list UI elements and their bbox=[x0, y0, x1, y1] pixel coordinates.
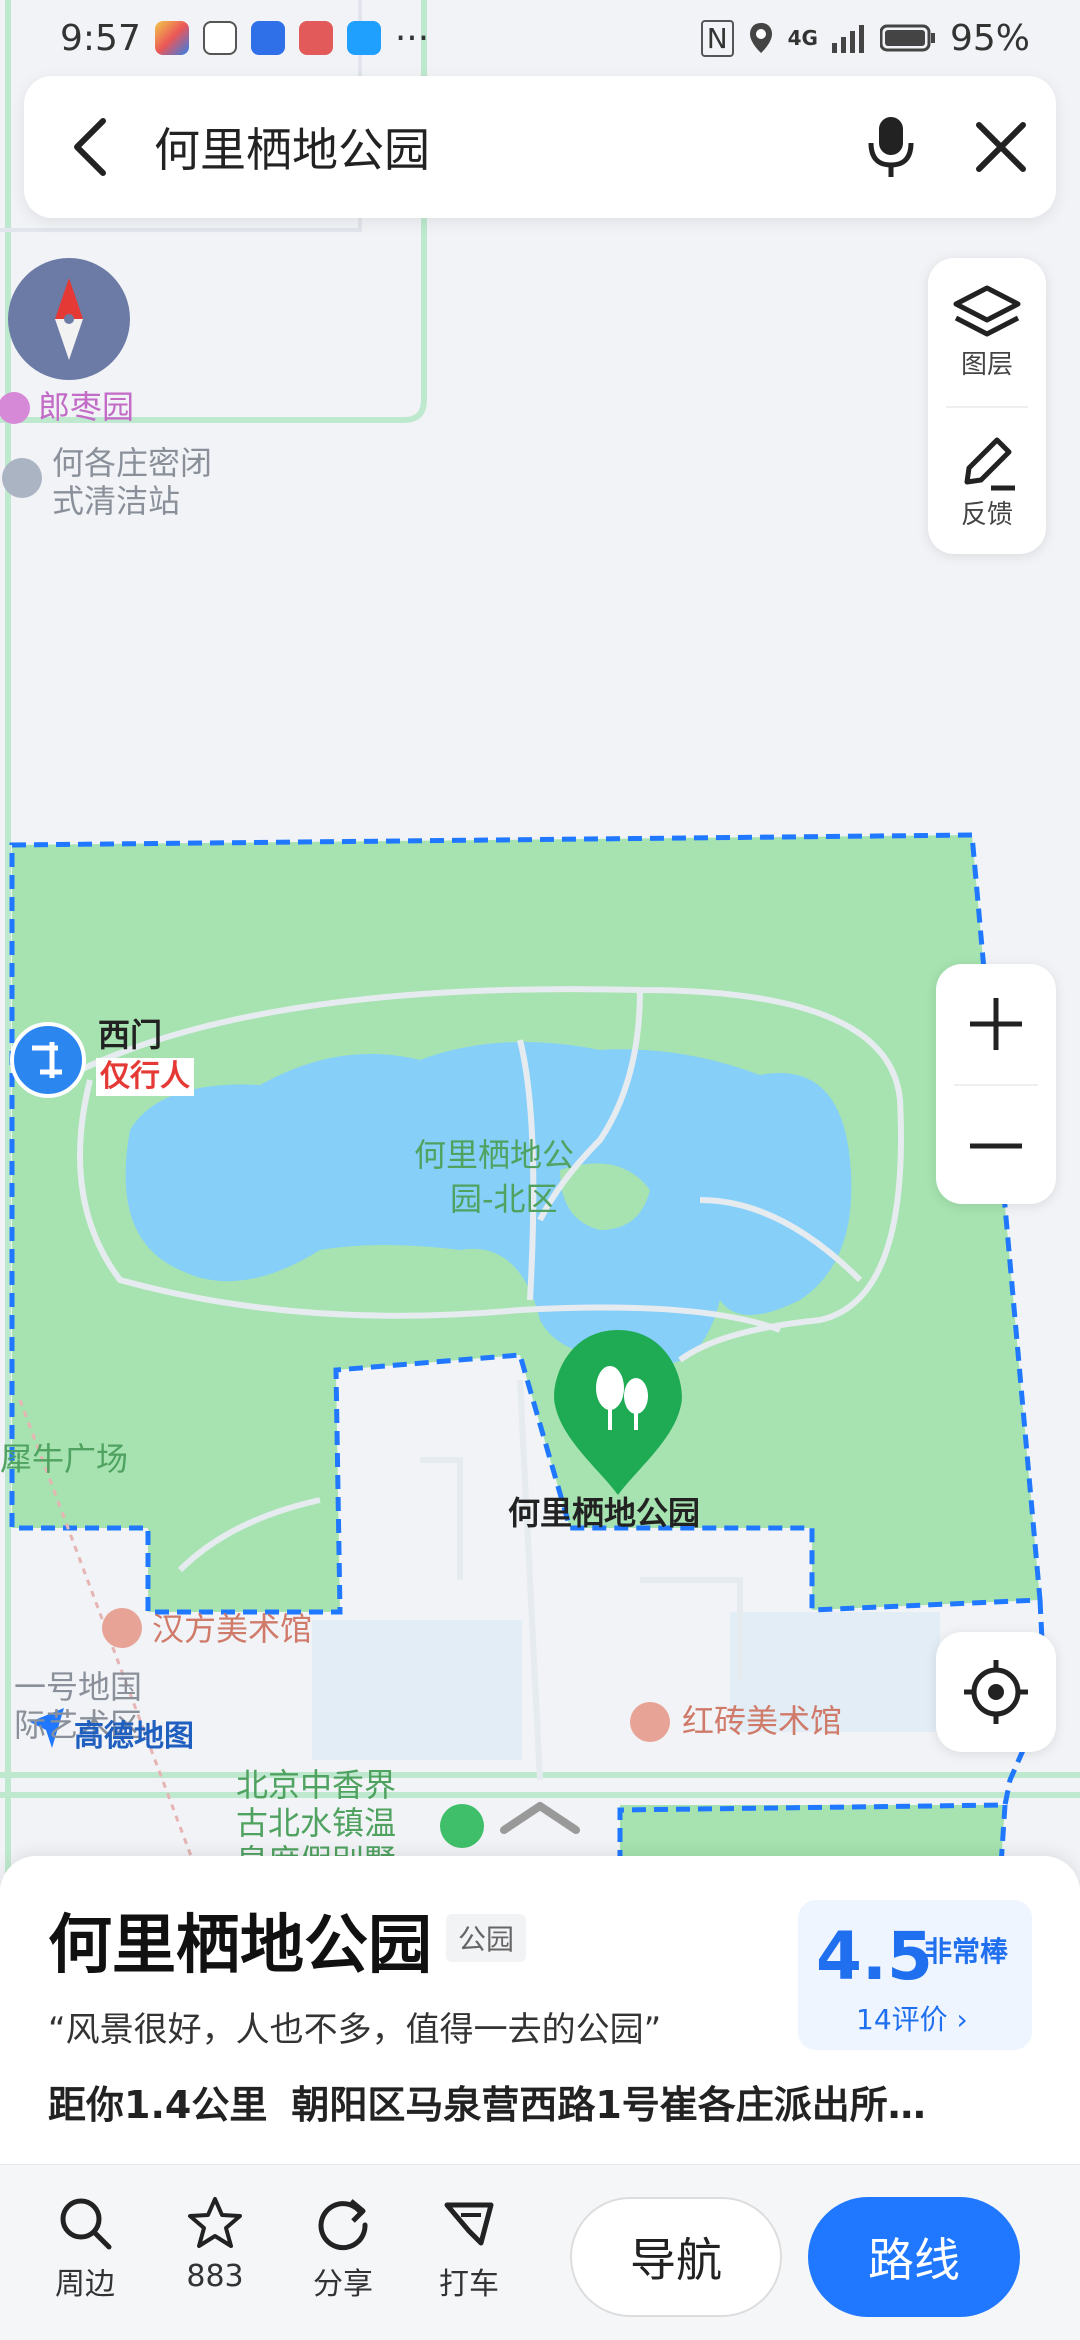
compass-button[interactable] bbox=[8, 258, 130, 380]
map-label-resort-line1[interactable]: 北京中香界 bbox=[236, 1766, 396, 1804]
red-app-icon bbox=[298, 21, 333, 55]
taxi-label: 打车 bbox=[439, 2267, 499, 2302]
search-bar[interactable]: 何里栖地公园 bbox=[24, 76, 1056, 218]
network-type: 4G bbox=[787, 26, 818, 50]
feedback-label: 反馈 bbox=[960, 499, 1013, 530]
map-label-park-area-line1[interactable]: 何里栖地公 bbox=[414, 1136, 574, 1174]
location-status-icon bbox=[749, 23, 772, 53]
nearby-button[interactable]: 周边 bbox=[30, 2195, 140, 2303]
locate-me-button[interactable] bbox=[936, 1632, 1056, 1752]
navigate-button[interactable]: 导航 bbox=[570, 2197, 782, 2317]
distance-text: 距你1.4公里 bbox=[48, 2083, 268, 2127]
map-label-map-1[interactable]: 一号地国 bbox=[14, 1668, 142, 1706]
search-query[interactable]: 何里栖地公园 bbox=[154, 114, 836, 180]
text-app-icon bbox=[202, 21, 237, 55]
zoom-out-button[interactable] bbox=[936, 1086, 1056, 1206]
distance-address: 距你1.4公里 朝阳区马泉营西路1号崔各庄派出所… bbox=[48, 2074, 1008, 2129]
poi-icon-2 bbox=[2, 458, 42, 498]
rating-card[interactable]: 4.5 非常棒 14评价 › bbox=[798, 1900, 1032, 2050]
close-icon bbox=[976, 122, 1026, 172]
back-arrow-icon bbox=[74, 118, 106, 176]
layers-icon bbox=[953, 285, 1021, 336]
west-gate-marker[interactable] bbox=[10, 1022, 86, 1098]
taxi-button[interactable]: 打车 bbox=[414, 2195, 524, 2303]
place-category-tag: 公园 bbox=[446, 1914, 527, 1962]
map-label-gallery-1[interactable]: 汉方美术馆 bbox=[152, 1610, 312, 1648]
feedback-button[interactable]: 反馈 bbox=[928, 408, 1046, 556]
map-label-park-area-line2[interactable]: 园-北区 bbox=[450, 1180, 558, 1218]
map-label-gallery-2[interactable]: 红砖美术馆 bbox=[682, 1702, 842, 1740]
gallery-icon-1 bbox=[102, 1608, 142, 1648]
microphone-icon bbox=[868, 117, 914, 177]
blue-app-icon bbox=[250, 21, 285, 55]
map-label-square[interactable]: 犀牛广场 bbox=[0, 1440, 128, 1478]
map-label-west-gate[interactable]: 西门 bbox=[98, 1016, 162, 1054]
map-label-resort-line2[interactable]: 古北水镇温 bbox=[236, 1804, 396, 1842]
map-label-poi-2-line2[interactable]: 式清洁站 bbox=[52, 482, 180, 520]
signal-icon bbox=[831, 25, 864, 53]
amap-logo: 高德地图 bbox=[74, 1719, 194, 1754]
status-time: 9:57 bbox=[60, 17, 141, 59]
favorite-button[interactable]: 883 bbox=[160, 2195, 270, 2294]
search-app-icon bbox=[346, 21, 381, 55]
map-label-poi-1[interactable]: 郎枣园 bbox=[38, 388, 134, 426]
place-title: 何里栖地公园 bbox=[48, 1909, 432, 1983]
zoom-in-button[interactable] bbox=[936, 964, 1056, 1084]
colorful-app-icon bbox=[154, 21, 189, 55]
share-icon bbox=[318, 2199, 368, 2251]
taxi-icon bbox=[444, 2202, 494, 2246]
rating-score: 4.5 bbox=[816, 1918, 933, 1995]
share-button[interactable]: 分享 bbox=[288, 2195, 398, 2303]
share-label: 分享 bbox=[313, 2267, 373, 2302]
clear-button[interactable] bbox=[946, 76, 1056, 218]
map-label-pin[interactable]: 何里栖地公园 bbox=[508, 1494, 700, 1532]
back-button[interactable] bbox=[24, 76, 154, 218]
layers-label: 图层 bbox=[960, 349, 1013, 380]
layers-button[interactable]: 图层 bbox=[928, 258, 1046, 406]
route-button[interactable]: 路线 bbox=[808, 2197, 1020, 2317]
review-quote: “风景很好，人也不多，值得一去的公园” bbox=[48, 2010, 662, 2050]
battery-percent: 95% bbox=[949, 17, 1030, 59]
plus-icon bbox=[970, 998, 1022, 1050]
nfc-icon: N bbox=[700, 19, 734, 57]
rating-level: 非常棒 bbox=[924, 1935, 1009, 1968]
minus-icon bbox=[970, 1143, 1022, 1149]
favorite-count: 883 bbox=[186, 2259, 244, 2294]
crosshair-icon bbox=[964, 1660, 1028, 1724]
address-text: 朝阳区马泉营西路1号崔各庄派出所… bbox=[291, 2083, 926, 2127]
bottom-action-bar: 周边 883 分享 打车 导航 路线 bbox=[0, 2164, 1080, 2340]
map-label-poi-2-line1[interactable]: 何各庄密闭 bbox=[52, 444, 212, 482]
map-label-pedestrian-only: 仅行人 bbox=[96, 1058, 194, 1096]
layer-panel: 图层 反馈 bbox=[928, 258, 1046, 554]
map-app-screen: { "status_bar": { "time": "9:57", "more"… bbox=[0, 0, 1080, 2340]
status-bar: 9:57 ··· N 4G 95% bbox=[0, 0, 1080, 76]
star-icon bbox=[188, 2197, 242, 2248]
nearby-label: 周边 bbox=[55, 2267, 115, 2302]
map-canvas[interactable] bbox=[0, 0, 1080, 1880]
voice-button[interactable] bbox=[836, 76, 946, 218]
search-icon bbox=[60, 2198, 112, 2250]
feedback-pen-icon bbox=[964, 437, 1015, 490]
status-more: ··· bbox=[394, 17, 430, 59]
review-count-link[interactable]: 14评价 › bbox=[856, 1998, 968, 2038]
gallery-icon-2 bbox=[630, 1702, 670, 1742]
sheet-expand-handle[interactable] bbox=[500, 1796, 580, 1836]
battery-icon bbox=[879, 24, 935, 52]
zoom-controls bbox=[936, 964, 1056, 1204]
resort-icon bbox=[440, 1804, 484, 1848]
compass-needle-icon bbox=[55, 278, 83, 360]
